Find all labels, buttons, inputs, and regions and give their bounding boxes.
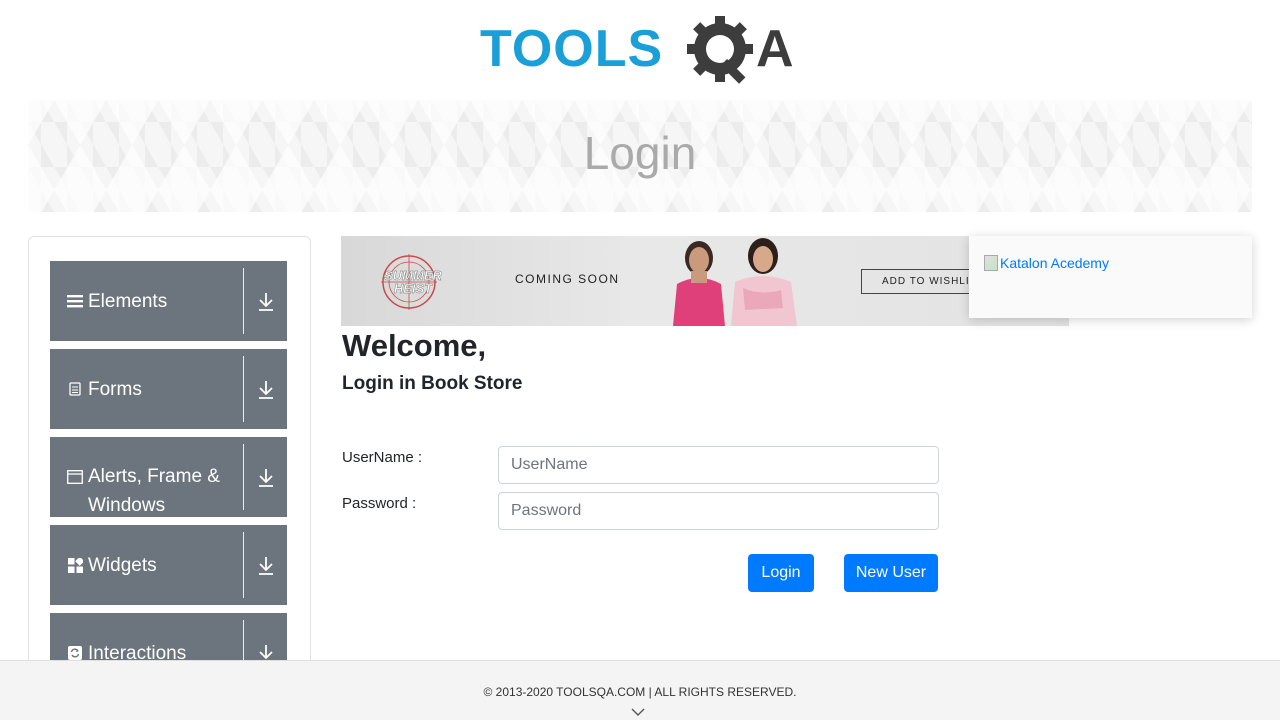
katalon-link-text: Katalon Acedemy	[1000, 255, 1109, 271]
chevron-down-icon[interactable]	[630, 706, 646, 718]
document-icon	[67, 381, 83, 397]
summer-heist-badge: SUMMER HEIST	[381, 254, 443, 310]
sidebar-group-label: Forms	[88, 378, 142, 400]
widgets-icon	[67, 557, 83, 573]
advertisement-banner[interactable]: SUMMER HEIST COMING SOON ADD TO WISHLIST	[341, 236, 1069, 326]
download-arrow-icon[interactable]	[254, 289, 278, 313]
badge-line2: HEIST	[394, 281, 433, 296]
group-divider	[243, 268, 244, 334]
hamburger-icon	[67, 293, 83, 309]
models-photo	[673, 238, 797, 326]
download-arrow-icon[interactable]	[254, 553, 278, 577]
broken-image-icon	[984, 255, 998, 271]
side-advertisement: Katalon Acedemy	[969, 236, 1252, 318]
sidebar-group-alerts-frame-windows[interactable]: Alerts, Frame & Windows	[50, 437, 287, 517]
username-input[interactable]	[498, 446, 939, 484]
window-icon	[67, 469, 83, 485]
logo-a-text: A	[756, 20, 794, 78]
group-divider	[243, 532, 244, 598]
password-input[interactable]	[498, 492, 939, 530]
logo-tools-text: TOOLS	[480, 20, 663, 78]
katalon-academy-link[interactable]: Katalon Acedemy	[984, 255, 1109, 271]
sidebar-group-widgets[interactable]: Widgets	[50, 525, 287, 605]
login-subtitle: Login in Book Store	[342, 373, 523, 394]
group-divider	[243, 356, 244, 422]
download-arrow-icon[interactable]	[254, 377, 278, 401]
password-label: Password :	[342, 495, 417, 512]
site-footer: © 2013-2020 TOOLSQA.COM | ALL RIGHTS RES…	[0, 660, 1280, 720]
sidebar-group-label: Elements	[88, 290, 168, 312]
gear-magnifier-icon	[687, 16, 753, 84]
left-sidebar: Elements Forms Alerts, Frame & Windows W…	[28, 236, 311, 693]
copyright-text: © 2013-2020 TOOLSQA.COM | ALL RIGHTS RES…	[483, 685, 797, 699]
sidebar-group-forms[interactable]: Forms	[50, 349, 287, 429]
welcome-heading: Welcome,	[342, 328, 487, 363]
site-header: TOOLS A	[0, 0, 1280, 100]
sidebar-group-elements[interactable]: Elements	[50, 261, 287, 341]
login-button[interactable]: Login	[748, 554, 814, 592]
toolsqa-logo[interactable]: TOOLS A	[480, 14, 810, 94]
page-banner: Login	[28, 100, 1252, 212]
sidebar-group-label: Widgets	[88, 554, 157, 576]
page-title: Login	[583, 127, 697, 179]
download-arrow-icon[interactable]	[254, 465, 278, 489]
refresh-icon	[67, 645, 83, 661]
username-label: UserName :	[342, 449, 423, 466]
new-user-button[interactable]: New User	[844, 554, 938, 592]
sidebar-group-label: Alerts, Frame & Windows	[88, 466, 220, 516]
group-divider	[243, 444, 244, 510]
coming-soon-text: COMING SOON	[515, 272, 620, 286]
